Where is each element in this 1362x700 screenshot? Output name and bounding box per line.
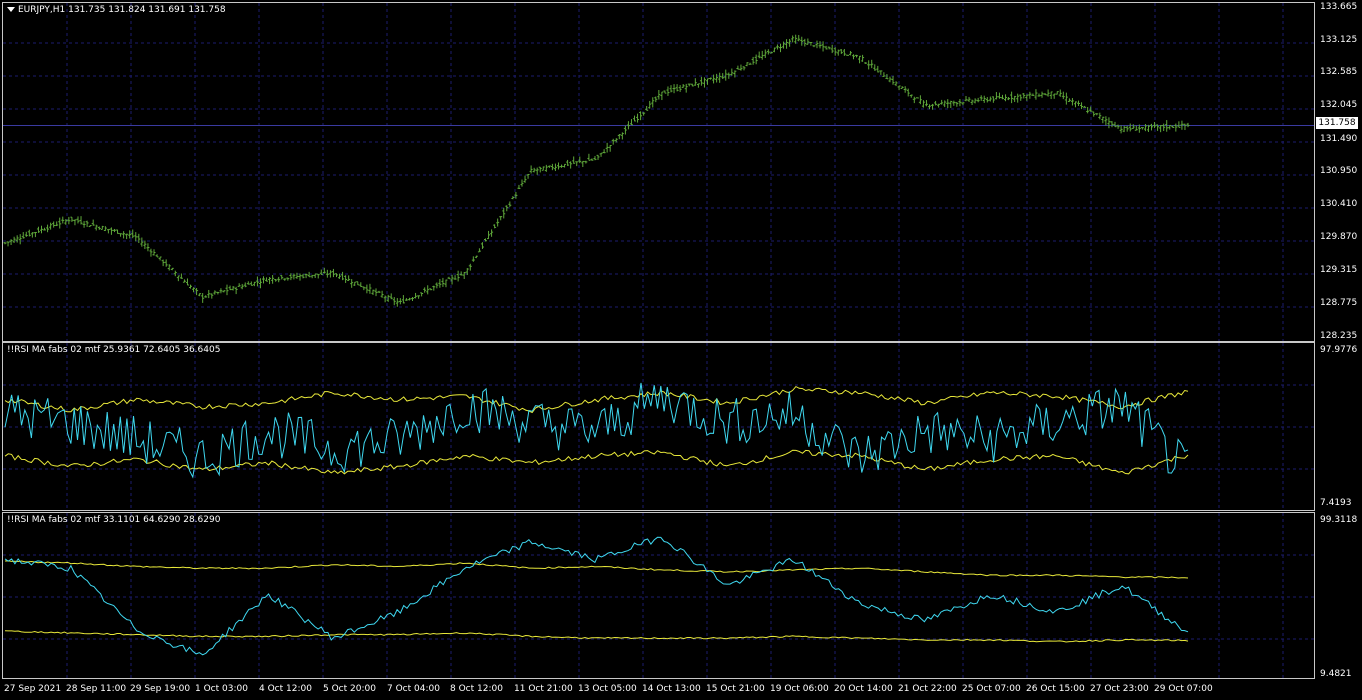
price-axis-label: 128.235 bbox=[1320, 331, 1358, 341]
time-axis-label: 8 Oct 12:00 bbox=[450, 684, 503, 694]
price-axis-label: 129.315 bbox=[1320, 265, 1358, 275]
price-axis-label: 132.045 bbox=[1320, 100, 1358, 110]
price-axis-label: 128.775 bbox=[1320, 298, 1358, 308]
grid-lines bbox=[3, 3, 1314, 341]
rsi1-axis-bottom: 7.4193 bbox=[1320, 498, 1352, 508]
price-chart-pane[interactable]: EURJPY,H1 131.735 131.824 131.691 131.75… bbox=[2, 2, 1315, 342]
rsi-lower-band bbox=[4, 449, 1189, 475]
symbol-label: EURJPY,H1 131.735 131.824 131.691 131.75… bbox=[7, 5, 226, 15]
time-axis[interactable]: 27 Sep 2021 28 Sep 11:00 29 Sep 19:00 1 … bbox=[0, 678, 1362, 700]
time-axis-label: 20 Oct 14:00 bbox=[834, 684, 893, 694]
price-chart-canvas bbox=[3, 3, 1314, 341]
rsi-indicator-canvas-2 bbox=[3, 513, 1314, 678]
time-axis-label: 28 Sep 11:00 bbox=[66, 684, 127, 694]
rsi2-axis-top: 99.3118 bbox=[1320, 515, 1358, 525]
time-axis-label: 4 Oct 12:00 bbox=[259, 684, 312, 694]
time-axis-label: 11 Oct 21:00 bbox=[514, 684, 573, 694]
price-axis-label: 130.410 bbox=[1320, 199, 1358, 209]
time-axis-label: 26 Oct 15:00 bbox=[1026, 684, 1085, 694]
time-axis-label: 7 Oct 04:00 bbox=[387, 684, 440, 694]
time-axis-label: 21 Oct 22:00 bbox=[898, 684, 957, 694]
rsi-upper-band bbox=[4, 560, 1189, 579]
time-axis-label: 29 Sep 19:00 bbox=[130, 684, 191, 694]
rsi-indicator-canvas-1 bbox=[3, 343, 1314, 510]
symbol-label-text: EURJPY,H1 131.735 131.824 131.691 131.75… bbox=[18, 5, 226, 15]
rsi-indicator-pane-2[interactable]: !!RSI MA fabs 02 mtf 33.1101 64.6290 28.… bbox=[2, 512, 1315, 679]
time-axis-label: 19 Oct 06:00 bbox=[770, 684, 829, 694]
rsi-upper-band bbox=[4, 385, 1189, 414]
time-axis-label: 29 Oct 07:00 bbox=[1154, 684, 1213, 694]
time-axis-label: 1 Oct 03:00 bbox=[195, 684, 248, 694]
time-axis-label: 5 Oct 20:00 bbox=[323, 684, 376, 694]
price-axis-label: 132.585 bbox=[1320, 67, 1358, 77]
grid-lines bbox=[3, 343, 1314, 510]
time-axis-label: 13 Oct 05:00 bbox=[578, 684, 637, 694]
rsi-indicator-label-1: !!RSI MA fabs 02 mtf 25.9361 72.6405 36.… bbox=[7, 345, 221, 355]
time-axis-label: 25 Oct 07:00 bbox=[962, 684, 1021, 694]
rsi-indicator-pane-1[interactable]: !!RSI MA fabs 02 mtf 25.9361 72.6405 36.… bbox=[2, 342, 1315, 511]
price-axis-label: 131.490 bbox=[1320, 134, 1358, 144]
time-axis-label: 27 Sep 2021 bbox=[4, 684, 62, 694]
price-axis-label: 129.870 bbox=[1320, 232, 1358, 242]
price-axis-label: 133.665 bbox=[1320, 2, 1358, 12]
rsi-lower-band bbox=[4, 630, 1189, 643]
price-axis-label: 133.125 bbox=[1320, 35, 1358, 45]
rsi-line bbox=[4, 382, 1189, 479]
time-axis-label: 15 Oct 21:00 bbox=[706, 684, 765, 694]
rsi1-axis-top: 97.9776 bbox=[1320, 345, 1358, 355]
price-axis-label: 130.950 bbox=[1320, 166, 1358, 176]
current-price-tag: 131.758 bbox=[1316, 117, 1358, 129]
chart-dropdown-icon[interactable] bbox=[7, 7, 15, 12]
time-axis-label: 27 Oct 23:00 bbox=[1090, 684, 1149, 694]
time-axis-label: 14 Oct 13:00 bbox=[642, 684, 701, 694]
rsi-indicator-label-2: !!RSI MA fabs 02 mtf 33.1101 64.6290 28.… bbox=[7, 515, 221, 525]
